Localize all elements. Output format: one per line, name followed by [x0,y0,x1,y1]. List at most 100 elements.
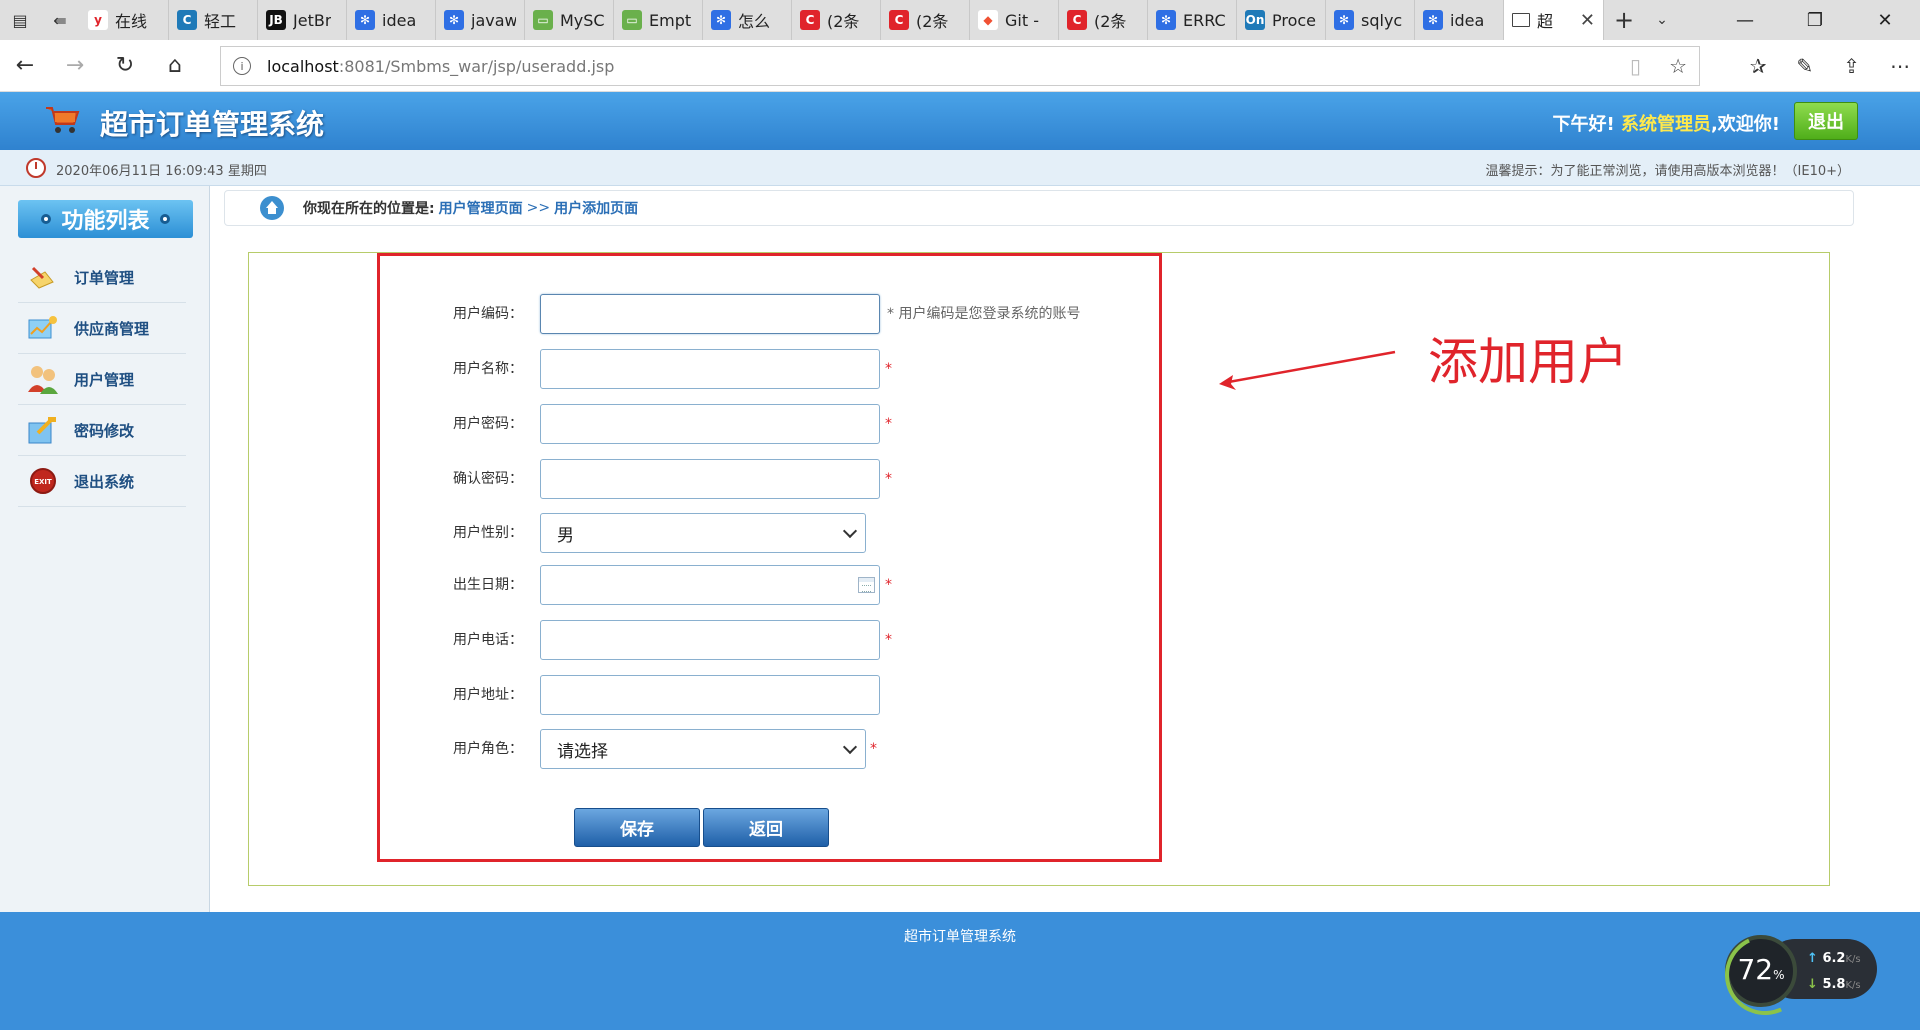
baidu-paw-icon: ✻ [711,10,731,30]
url-path: :8081/Smbms_war/jsp/useradd.jsp [338,56,615,76]
birthday-row: 出生日期： * [405,565,1165,605]
browser-tab[interactable]: ▭ MySC [525,0,614,40]
baidu-paw-icon: ✻ [1334,10,1354,30]
save-button[interactable]: 保存 [574,808,700,847]
tab-label: sqlyc [1361,10,1403,30]
gender-value: 男 [557,525,574,546]
browser-tab[interactable]: JB JetBr [258,0,347,40]
tab-active[interactable]: 超 ✕ [1504,0,1604,40]
tab-label: MySC [560,10,605,30]
close-window-icon[interactable]: ✕ [1850,0,1920,40]
chevron-down-icon [842,523,858,539]
browser-tab[interactable]: ✻ 怎么 [703,0,792,40]
refresh-icon[interactable]: ↻ [100,40,150,92]
sidebar-item-orders[interactable]: 订单管理 [18,252,186,303]
address-input[interactable] [540,675,880,715]
browser-tab[interactable]: ▭ Empt [614,0,703,40]
browser-tip: 温馨提示：为了能正常浏览，请使用高版本浏览器！（IE10+） [1485,164,1850,179]
usercode-row: 用户编码： * 用户编码是您登录系统的账号 [405,294,1165,334]
pen-icon[interactable]: ✎ [1796,54,1813,78]
logout-button[interactable]: 退出 [1794,102,1858,140]
sidebar-item-users[interactable]: 用户管理 [18,354,186,405]
repassword-row: 确认密码： * [405,459,1165,499]
phone-row: 用户电话： * [405,620,1165,660]
calendar-icon[interactable] [858,577,875,593]
breadcrumb-current: 用户添加页面 [554,201,639,217]
breadcrumb-link-user-manage[interactable]: 用户管理页面 [439,198,523,218]
baidu-paw-icon: ✻ [355,10,375,30]
browser-tab[interactable]: C (2条 [792,0,881,40]
order-icon [26,262,60,292]
password-row: 用户密码： * [405,404,1165,444]
password-label: 用户密码： [453,416,523,432]
upload-speed: ↑ 6.2K/s [1807,951,1861,966]
tab-label: idea [382,10,417,30]
restore-icon[interactable]: ❐ [1780,0,1850,40]
share-icon[interactable]: ⇪ [1843,54,1860,78]
favorite-star-icon[interactable]: ☆ [1669,54,1687,78]
browser-tab[interactable]: ◆ Git - [970,0,1059,40]
download-speed-unit: K/s [1845,980,1861,991]
repassword-input[interactable] [540,459,880,499]
browser-tab[interactable]: On Proce [1237,0,1326,40]
browser-tab[interactable]: ✻ sqlyc [1326,0,1415,40]
browser-tab[interactable]: C 轻工 [169,0,258,40]
tab-label: 在线 [115,12,148,31]
more-icon[interactable]: ⋯ [1890,54,1910,78]
close-tab-icon[interactable]: ✕ [1580,10,1595,31]
reading-view-icon[interactable]: ▯ [1630,54,1641,78]
new-tab-icon[interactable]: + [1604,0,1644,40]
csdn-icon: C [889,10,909,30]
svg-text:EXIT: EXIT [34,478,52,486]
browser-tab[interactable]: y 在线 [80,0,169,40]
arrow-up-icon: ↑ [1807,951,1818,966]
tab-list-icon[interactable]: ▤ [0,0,40,40]
required-mark: * [885,632,892,648]
info-icon[interactable]: i [233,57,251,75]
phone-input[interactable] [540,620,880,660]
green-box-icon: ▭ [533,10,553,30]
chevron-down-icon [842,739,858,755]
browser-tab[interactable]: ✻ idea [347,0,436,40]
browser-tab[interactable]: ✻ ERRC [1148,0,1237,40]
username-input[interactable] [540,349,880,389]
tab-label: 轻工 [204,12,237,31]
memory-percent: 72% [1725,953,1797,986]
password-input[interactable] [540,404,880,444]
sidebar-item-password[interactable]: 密码修改 [18,405,186,456]
forward-icon[interactable]: → [50,40,100,92]
network-monitor-widget[interactable]: 72% ↑ 6.2K/s ↓ 5.8K/s [1725,935,1877,1007]
footer: 超市订单管理系统 [0,912,1920,1030]
annotation-text: 添加用户 [1428,333,1628,391]
green-box-icon: ▭ [622,10,642,30]
required-mark: * [885,416,892,432]
browser-tab[interactable]: ✻ javaw [436,0,525,40]
sidebar-item-exit[interactable]: EXIT 退出系统 [18,456,186,507]
upload-speed-unit: K/s [1845,954,1861,965]
usercode-hint: * 用户编码是您登录系统的账号 [887,306,1081,322]
upload-speed-value: 6.2 [1822,951,1846,966]
birthday-input[interactable] [540,565,880,605]
favorites-list-icon[interactable]: ✰ [1750,54,1767,78]
back-icon[interactable]: ← [0,40,50,92]
sidebar-item-suppliers[interactable]: 供应商管理 [18,303,186,354]
minimize-icon[interactable]: — [1710,0,1780,40]
clock-icon [26,158,46,178]
url-field[interactable]: i localhost:8081/Smbms_war/jsp/useradd.j… [220,46,1700,86]
role-select[interactable]: 请选择 [540,729,866,769]
tab-label: Git - [1005,10,1039,30]
set-aside-tabs-icon[interactable]: ⇚ [40,0,80,40]
gender-select[interactable]: 男 [540,513,866,553]
password-icon [26,415,60,445]
browser-tab[interactable]: ✻ idea [1415,0,1504,40]
home-browser-icon[interactable]: ⌂ [150,40,200,92]
back-button[interactable]: 返回 [703,808,829,847]
username-label: 用户名称： [453,361,523,377]
csdn-icon: C [800,10,820,30]
browser-tab[interactable]: C (2条 [1059,0,1148,40]
browser-tab[interactable]: C (2条 [881,0,970,40]
browser-tab-strip: ▤ ⇚ y 在线 C 轻工 JB JetBr ✻ idea ✻ javaw ▭ MySC ▭ Empt ✻ 怎… [0,0,1920,40]
bullet-icon [159,214,170,224]
chevron-down-icon[interactable]: ⌄ [1644,0,1680,40]
usercode-input[interactable] [540,294,880,334]
